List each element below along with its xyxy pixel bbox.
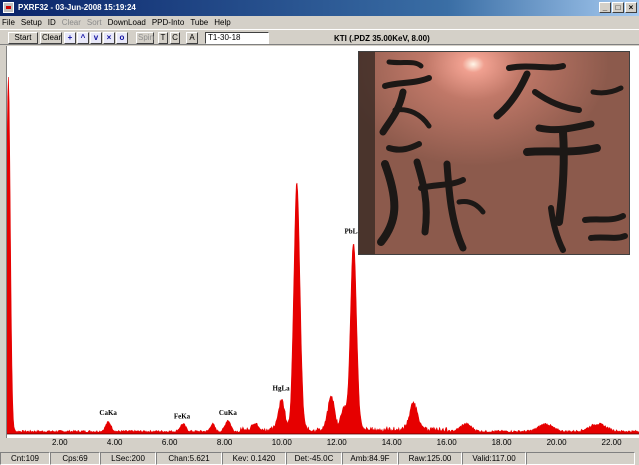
x-tick-label: 8.00 xyxy=(216,438,233,447)
spin-button[interactable]: Spin xyxy=(136,32,154,44)
status-count: Cnt:109 xyxy=(0,452,50,465)
close-button[interactable]: × xyxy=(625,2,637,13)
menu-clear[interactable]: Clear xyxy=(62,18,81,27)
menu-file[interactable]: File xyxy=(2,18,15,27)
window-title: PXRF32 - 03-Jun-2008 15:19:24 xyxy=(18,3,136,12)
menu-tube[interactable]: Tube xyxy=(190,18,208,27)
menu-id[interactable]: ID xyxy=(48,18,56,27)
menu-setup[interactable]: Setup xyxy=(21,18,42,27)
status-live-seconds: LSec:200 xyxy=(100,452,156,465)
expand-icon[interactable]: × xyxy=(103,32,115,44)
status-valid: Valid:117.00 xyxy=(462,452,526,465)
x-tick-label: 12.00 xyxy=(326,438,347,447)
x-tick-label: 2.00 xyxy=(51,438,68,447)
t-button[interactable]: T xyxy=(158,32,168,44)
minimize-button[interactable]: _ xyxy=(599,2,611,13)
status-bar: Cnt:109 Cps:69 LSec:200 Chan:5.621 Kev: … xyxy=(0,452,639,465)
status-cps: Cps:69 xyxy=(50,452,100,465)
status-kev: Kev: 0.1420 xyxy=(222,452,286,465)
x-tick-label: 6.00 xyxy=(161,438,178,447)
x-tick-label: 18.00 xyxy=(491,438,512,447)
peak-label-feka: FeKa xyxy=(174,413,191,421)
menu-download[interactable]: DownLoad xyxy=(108,18,146,27)
menu-bar: File Setup ID Clear Sort DownLoad PPD-In… xyxy=(0,16,639,29)
peak-label-cuka: CuKa xyxy=(219,409,237,417)
arrow-down-icon[interactable]: v xyxy=(90,32,102,44)
sample-camera-image xyxy=(358,51,630,255)
toolbar: Start Clear + ^ v × o Spin T C A T1-30-1… xyxy=(0,29,639,45)
maximize-button[interactable]: □ xyxy=(612,2,624,13)
x-tick-label: 16.00 xyxy=(436,438,457,447)
peak-label-caka: CaKa xyxy=(99,409,117,417)
status-channel: Chan:5.621 xyxy=(156,452,222,465)
a-button[interactable]: A xyxy=(186,32,198,44)
calligraphy-photo-icon xyxy=(359,52,629,254)
menu-help[interactable]: Help xyxy=(214,18,230,27)
peak-label-hgla: HgLa xyxy=(273,385,291,393)
x-tick-label: 14.00 xyxy=(381,438,402,447)
menu-sort[interactable]: Sort xyxy=(87,18,102,27)
title-bar[interactable]: PXRF32 - 03-Jun-2008 15:19:24 _ □ × xyxy=(0,0,639,16)
arrow-up-icon[interactable]: ^ xyxy=(77,32,89,44)
start-button[interactable]: Start xyxy=(8,32,38,44)
status-raw: Raw:125.00 xyxy=(398,452,462,465)
status-empty-cell xyxy=(526,452,635,465)
menu-ppd-into[interactable]: PPD-Into xyxy=(152,18,184,27)
app-icon[interactable] xyxy=(3,2,14,13)
status-ambient-temp: Amb:84.9F xyxy=(342,452,398,465)
x-tick-label: 10.00 xyxy=(271,438,292,447)
status-detector-temp: Det:-45.0C xyxy=(286,452,342,465)
sample-id-field[interactable]: T1-30-18 xyxy=(205,32,269,44)
zoom-in-icon[interactable]: + xyxy=(64,32,76,44)
instrument-label: KTI (.PDZ 35.00KeV, 8.00) xyxy=(334,34,430,43)
x-tick-label: 22.00 xyxy=(601,438,622,447)
x-tick-label: 4.00 xyxy=(106,438,123,447)
reset-zoom-icon[interactable]: o xyxy=(116,32,128,44)
c-button[interactable]: C xyxy=(170,32,180,44)
x-tick-label: 20.00 xyxy=(546,438,567,447)
clear-button[interactable]: Clear xyxy=(40,32,62,44)
